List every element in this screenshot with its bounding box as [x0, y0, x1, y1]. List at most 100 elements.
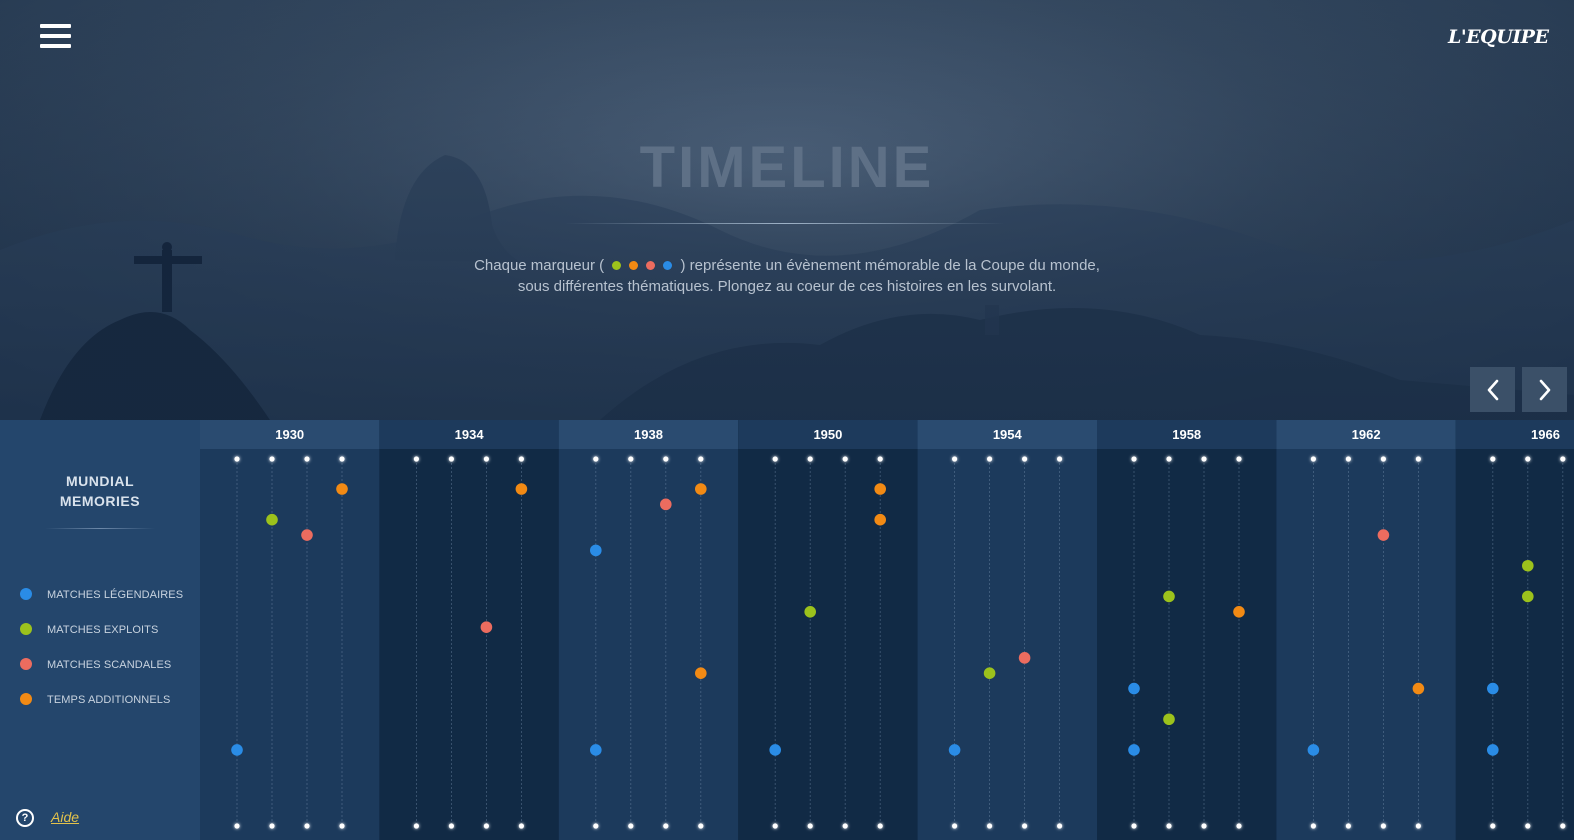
event-marker-legendary[interactable] — [1128, 682, 1140, 695]
lane-top-dot — [1490, 456, 1496, 462]
lane-bottom-dot — [593, 823, 599, 829]
year-label[interactable]: 1934 — [455, 427, 485, 442]
legend-dot-legendary — [20, 588, 32, 600]
event-marker-scandals[interactable] — [480, 621, 493, 633]
lane-bottom-dot — [1022, 823, 1028, 829]
event-marker-legendary[interactable] — [231, 744, 243, 756]
year-column — [1455, 420, 1574, 840]
year-label[interactable]: 1954 — [993, 427, 1023, 442]
event-marker-exploits[interactable] — [804, 606, 816, 618]
event-marker-exploits[interactable] — [1163, 590, 1175, 603]
lane-top-dot — [663, 456, 669, 462]
year-column — [917, 420, 1097, 840]
event-marker-legendary[interactable] — [769, 744, 781, 756]
intro-line2: sous différentes thématiques. Plongez au… — [517, 278, 1057, 295]
lane-bottom-dot — [1310, 823, 1316, 829]
chevron-right-icon — [1539, 379, 1550, 400]
lane-top-dot — [698, 456, 704, 462]
year-label[interactable]: 1966 — [1531, 427, 1560, 442]
legend-dot-extra-time — [20, 693, 32, 705]
event-marker-legendary[interactable] — [1487, 682, 1499, 695]
legend-label: MATCHES SCANDALES — [47, 659, 172, 671]
event-marker-exploits[interactable] — [1522, 590, 1534, 603]
event-marker-exploits[interactable] — [983, 667, 996, 679]
event-marker-scandals[interactable] — [660, 498, 672, 511]
year-label[interactable]: 1938 — [634, 427, 663, 442]
lane-top-dot — [1201, 456, 1207, 462]
lane-bottom-dot — [1201, 823, 1207, 829]
intro-dot-exploits — [612, 261, 622, 270]
event-marker-scandals[interactable] — [1377, 529, 1390, 541]
lane-bottom-dot — [1380, 823, 1386, 829]
event-marker-exploits[interactable] — [1163, 713, 1175, 726]
legend-item-extra-time[interactable]: TEMPS ADDITIONNELS — [20, 692, 190, 706]
brand-logo[interactable]: L'EQUIPE — [1448, 26, 1549, 48]
event-marker-exploits[interactable] — [1522, 559, 1534, 572]
lane-top-dot — [1057, 456, 1063, 462]
year-label[interactable]: 1950 — [813, 427, 842, 442]
lane-bottom-dot — [952, 823, 958, 829]
intro-text: Chaque marqueur ( ) représente un évènem… — [0, 255, 1574, 297]
event-marker-legendary[interactable] — [1128, 744, 1140, 756]
event-marker-legendary[interactable] — [590, 544, 602, 557]
event-marker-extra-time[interactable] — [695, 483, 707, 495]
lane-top-dot — [772, 456, 778, 462]
lane-bottom-dot — [1166, 823, 1172, 829]
event-marker-scandals[interactable] — [1018, 652, 1031, 664]
lane-bottom-dot — [1131, 823, 1137, 829]
lane-top-dot — [339, 456, 345, 462]
lane-top-dot — [1166, 456, 1172, 462]
event-marker-exploits[interactable] — [266, 513, 278, 526]
sidebar-title: MUNDIAL MEMORIES — [0, 471, 200, 511]
sidebar-title-line2: MEMORIES — [59, 493, 141, 509]
lane-bottom-dot — [1345, 823, 1351, 829]
year-column — [379, 420, 559, 840]
lane-bottom-dot — [807, 823, 813, 829]
lane-top-dot — [593, 456, 599, 462]
legend-item-exploits[interactable]: MATCHES EXPLOITS — [20, 622, 190, 636]
event-marker-extra-time[interactable] — [1233, 606, 1245, 618]
hamburger-menu-icon[interactable] — [40, 24, 71, 48]
event-marker-legendary[interactable] — [1487, 744, 1499, 756]
legend-item-scandals[interactable]: MATCHES SCANDALES — [20, 657, 190, 671]
year-label[interactable]: 1930 — [275, 427, 304, 442]
event-marker-extra-time[interactable] — [695, 667, 707, 679]
year-label[interactable]: 1962 — [1352, 427, 1381, 442]
event-marker-legendary[interactable] — [1307, 744, 1320, 756]
event-marker-extra-time[interactable] — [874, 513, 886, 526]
event-marker-extra-time[interactable] — [1412, 682, 1425, 695]
lane-bottom-dot — [1490, 823, 1496, 829]
lane-top-dot — [483, 456, 489, 462]
year-column — [738, 420, 918, 840]
event-marker-legendary[interactable] — [948, 744, 961, 756]
title-divider — [565, 223, 1005, 224]
lane-top-dot — [842, 456, 848, 462]
event-marker-extra-time[interactable] — [515, 483, 528, 495]
previous-button[interactable] — [1470, 367, 1515, 412]
event-marker-extra-time[interactable] — [336, 483, 348, 495]
help-label[interactable]: Aide — [51, 809, 79, 825]
lane-bottom-dot — [1236, 823, 1242, 829]
lane-top-dot — [628, 456, 634, 462]
lane-bottom-dot — [772, 823, 778, 829]
year-label[interactable]: 1958 — [1172, 427, 1201, 442]
event-marker-extra-time[interactable] — [874, 483, 886, 495]
help-link[interactable]: ? Aide — [16, 808, 96, 828]
lane-top-dot — [1525, 456, 1531, 462]
lane-bottom-dot — [842, 823, 848, 829]
lane-top-dot — [1415, 456, 1421, 462]
lane-top-dot — [1131, 456, 1137, 462]
chevron-left-icon — [1487, 379, 1498, 400]
lane-bottom-dot — [628, 823, 634, 829]
lane-bottom-dot — [269, 823, 275, 829]
lane-top-dot — [413, 456, 419, 462]
event-marker-scandals[interactable] — [301, 529, 313, 541]
lane-top-dot — [952, 456, 958, 462]
lane-bottom-dot — [304, 823, 310, 829]
year-column — [200, 420, 380, 840]
next-button[interactable] — [1522, 367, 1567, 412]
lane-top-dot — [304, 456, 310, 462]
legend-dot-exploits — [20, 623, 32, 635]
legend-item-legendary[interactable]: MATCHES LÉGENDAIRES — [20, 587, 190, 601]
event-marker-legendary[interactable] — [590, 744, 602, 756]
